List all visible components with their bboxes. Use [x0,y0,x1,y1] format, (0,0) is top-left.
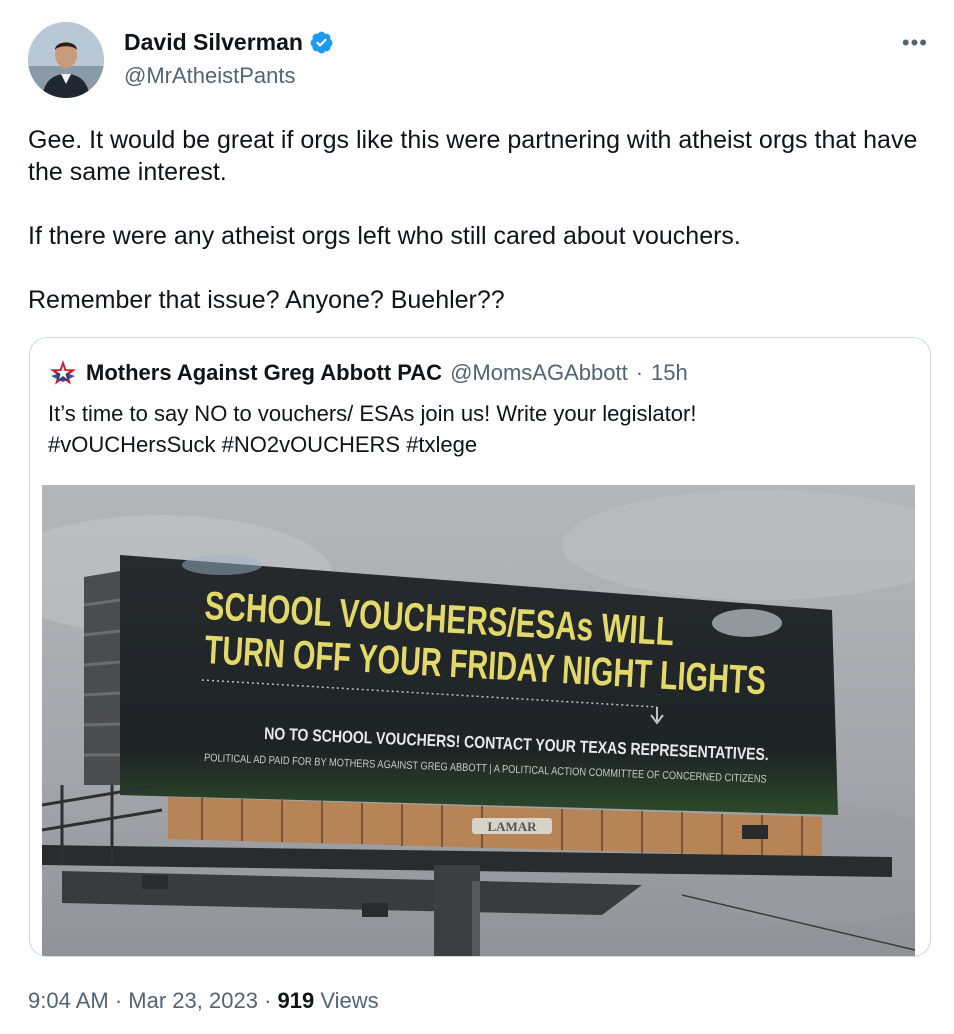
views-label: Views [320,988,379,1013]
tweet: David Silverman @MrAtheistPants ••• Gee.… [0,0,954,1034]
separator-dot: · [635,360,644,385]
tweet-date[interactable]: Mar 23, 2023 [128,988,258,1013]
separator-dot: · [264,988,272,1013]
quoted-display-name[interactable]: Mothers Against Greg Abbott PAC [86,360,442,386]
quoted-tweet-card[interactable]: Mothers Against Greg Abbott PAC @MomsAGA… [29,337,931,957]
quoted-age[interactable]: 15h [651,360,688,386]
quoted-tweet-header: Mothers Against Greg Abbott PAC @MomsAGA… [48,358,688,388]
billboard-photo[interactable]: SCHOOL VOUCHERS/ESAs WILL TURN OFF YOUR … [42,485,915,957]
separator-dot: · [114,988,123,1013]
billboard-vendor: LAMAR [487,819,537,834]
quoted-hashtags[interactable]: #vOUCHersSuck #NO2vOUCHERS #txlege [48,429,908,460]
tweet-paragraph: Gee. It would be great if orgs like this… [28,126,918,186]
tweet-paragraph: Remember that issue? Anyone? Buehler?? [28,286,505,314]
author-display-name[interactable]: David Silverman [124,29,303,56]
quoted-tweet-text: It’s time to say NO to vouchers/ ESAs jo… [48,398,908,460]
tweet-paragraph: If there were any atheist orgs left who … [28,222,741,250]
author-avatar[interactable] [28,22,104,98]
star-logo-icon [50,360,76,385]
quoted-handle[interactable]: @MomsAGAbbott [450,360,628,386]
verified-badge-icon [310,31,333,54]
tweet-meta: 9:04 AM · Mar 23, 2023 · 919 Views [28,988,379,1014]
more-options-icon[interactable]: ••• [902,30,928,56]
quoted-text-line: It’s time to say NO to vouchers/ ESAs jo… [48,401,697,426]
author-handle[interactable]: @MrAtheistPants [124,63,296,89]
tweet-text: Gee. It would be great if orgs like this… [28,124,918,316]
author-name-row[interactable]: David Silverman [124,29,334,56]
tweet-time[interactable]: 9:04 AM [28,988,109,1013]
views-count: 919 [277,988,315,1013]
